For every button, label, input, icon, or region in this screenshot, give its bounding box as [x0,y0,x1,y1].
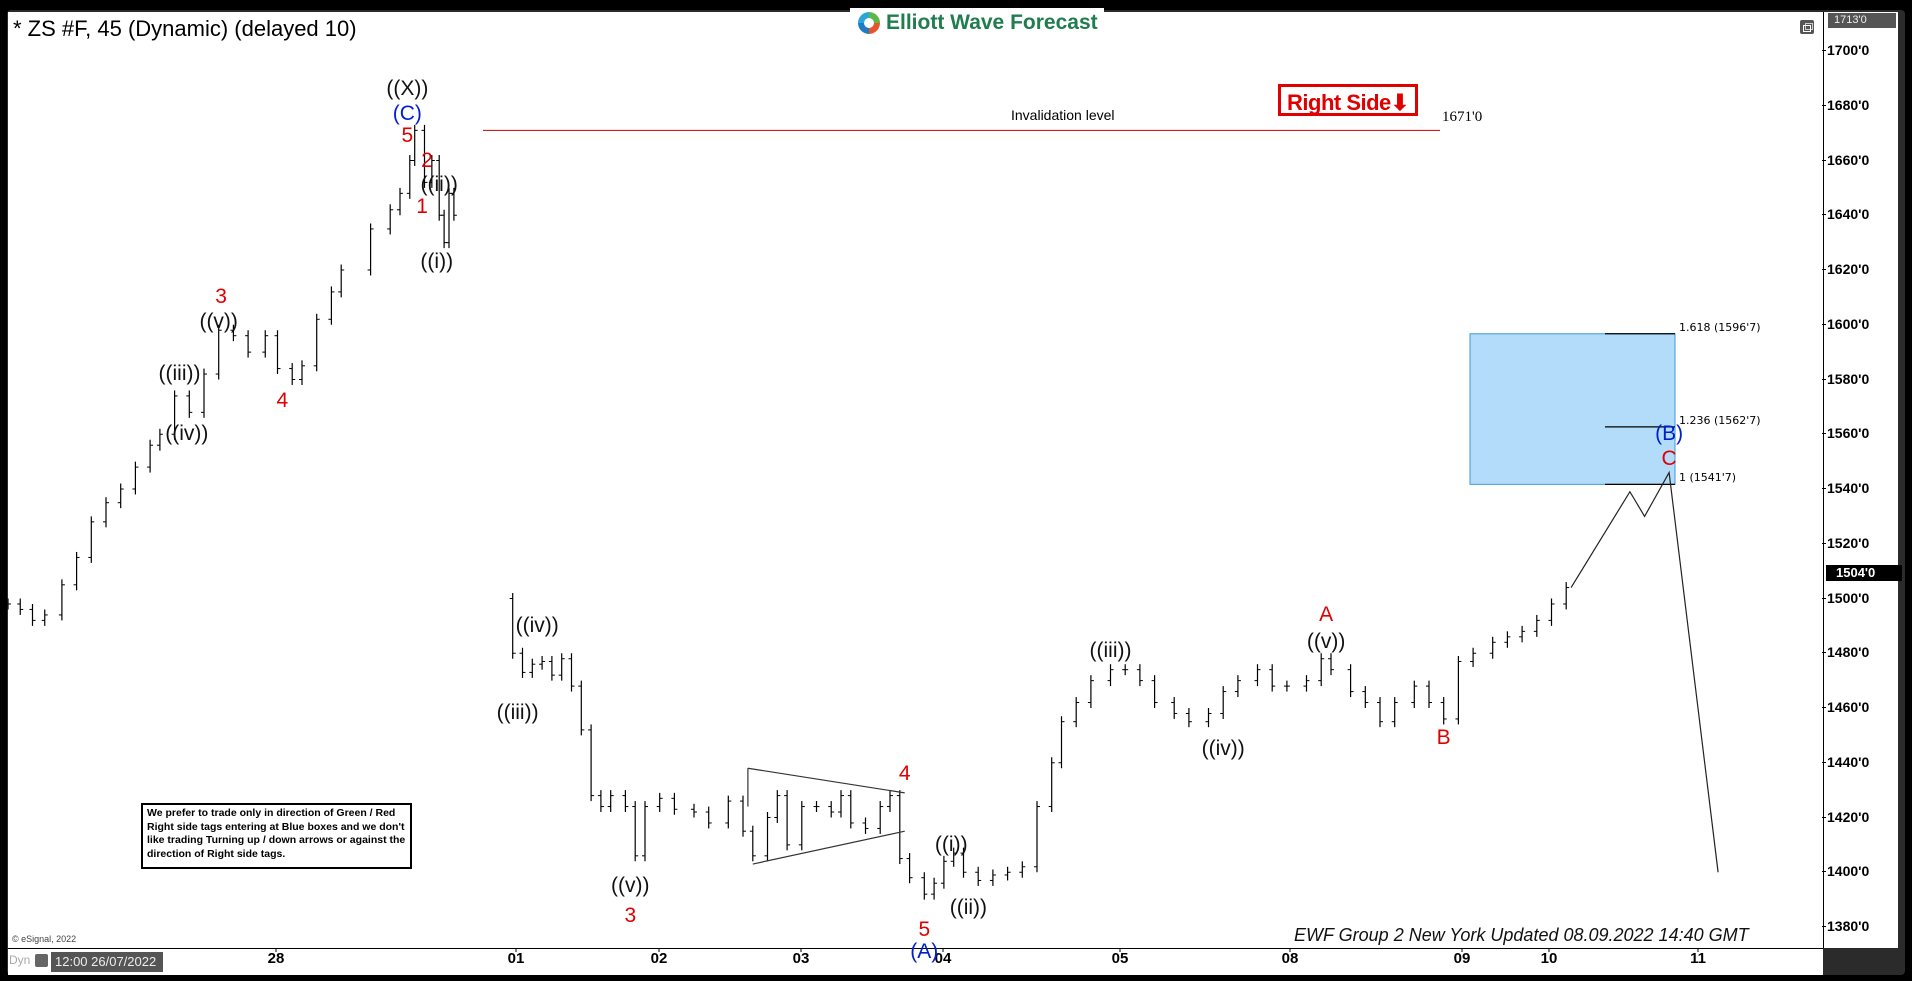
price-tick-label: 1680'0 [1821,96,1870,113]
price-tick-label: 1480'0 [1821,644,1870,661]
price-tick-label: 1440'0 [1821,753,1870,770]
wave-label: ((v)) [1306,630,1346,654]
chart-title: * ZS #F, 45 (Dynamic) (delayed 10) [13,16,357,41]
blue-target-box [1469,333,1676,485]
time-tick-label: 05 [1111,950,1129,967]
triangle-lower-line [752,830,905,865]
wave-label: 4 [898,761,911,785]
wave-label: ((ii)) [420,173,458,197]
price-tick-label: 1660'0 [1821,151,1870,168]
price-tick-label: 1540'0 [1821,480,1870,496]
price-tick-label: 1580'0 [1821,370,1870,387]
wave-label: C [1661,446,1677,470]
update-footer: EWF Group 2 New York Updated 08.09.2022 … [1294,925,1749,945]
price-tick-label: 1420'0 [1821,808,1870,825]
wave-label: B [1436,726,1451,750]
wave-label: (A) [910,939,939,963]
wave-label: 4 [276,389,289,413]
right-side-label: Right Side [1287,90,1391,115]
wave-label: ((v)) [611,873,650,897]
wave-label: ((v)) [199,310,238,333]
triangle-upper-line [747,767,905,794]
right-side-tag: Right Side⬇ [1278,84,1418,116]
wave-label: ((iv)) [1201,737,1245,761]
wave-label: ((iii)) [158,362,201,386]
wave-label: 1 [416,195,428,219]
wave-label: ((iii)) [496,701,539,725]
wave-label: 5 [918,917,931,941]
time-tick-label: 09 [1453,950,1471,967]
wave-label: A [1319,602,1334,626]
copyright: © eSignal, 2022 [12,934,77,944]
arrow-down-icon: ⬇ [1390,90,1409,115]
dynamic-mode-label[interactable]: Dyn [9,953,30,967]
wave-label: 2 [421,148,433,172]
price-tick-label: 1460'0 [1821,699,1870,715]
price-tick-label: 1500'0 [1821,589,1870,606]
brand-name: Elliott Wave Forecast [886,11,1098,34]
price-tick-label: 1700'0 [1821,42,1870,58]
wave-label: (C) [392,101,422,125]
invalidation-value: 1671'0 [1442,109,1483,125]
projection-path [1570,470,1719,873]
wave-label: ((i)) [934,832,968,856]
wave-label: ((iv)) [165,422,209,446]
cursor-date: 12:00 26/07/2022 [51,952,163,972]
price-tick-label: 1380'0 [1821,918,1870,934]
wave-label: 3 [215,285,227,309]
wave-label: 5 [401,123,414,147]
time-tick-label: 10 [1540,950,1558,967]
price-tick-label: 1640'0 [1821,206,1870,223]
ewf-logo-icon [858,12,880,34]
time-tick-label: 28 [267,950,285,967]
time-tick-label: 02 [650,950,668,967]
price-tick-label: 1520'0 [1821,534,1870,551]
fib-level-label: 1.236 (1562'7) [1679,413,1761,427]
price-scale-top: 1713'0 [1828,13,1896,28]
price-tick-label: 1400'0 [1821,863,1870,880]
wave-label: ((i)) [420,249,454,273]
brand-logo: Elliott Wave Forecast [850,8,1104,38]
price-tick-label: 1620'0 [1821,261,1870,277]
time-tick-label: 01 [507,950,525,967]
last-price-marker: 1504'0 [1826,565,1902,581]
wave-label: (B) [1655,422,1684,446]
price-tick-label: 1560'0 [1821,425,1870,442]
wave-label: ((iii)) [1089,638,1132,662]
wave-label: ((X)) [386,77,429,101]
lock-icon[interactable] [35,954,48,967]
fib-level-label: 1 (1541'7) [1679,471,1737,485]
invalidation-label: Invalidation level [1011,107,1115,123]
time-tick-label: 03 [792,950,810,967]
wave-label: 3 [624,904,637,928]
time-tick-label: 08 [1281,950,1299,967]
wave-label: ((ii)) [949,895,988,919]
price-tick-label: 1600'0 [1821,315,1870,332]
trading-note: We prefer to trade only in direction of … [141,803,412,869]
fib-level-label: 1.618 (1596'7) [1679,320,1761,334]
restore-window-icon[interactable] [1800,20,1814,34]
wave-label: ((iv)) [515,613,559,637]
time-tick-label: 11 [1690,950,1706,967]
